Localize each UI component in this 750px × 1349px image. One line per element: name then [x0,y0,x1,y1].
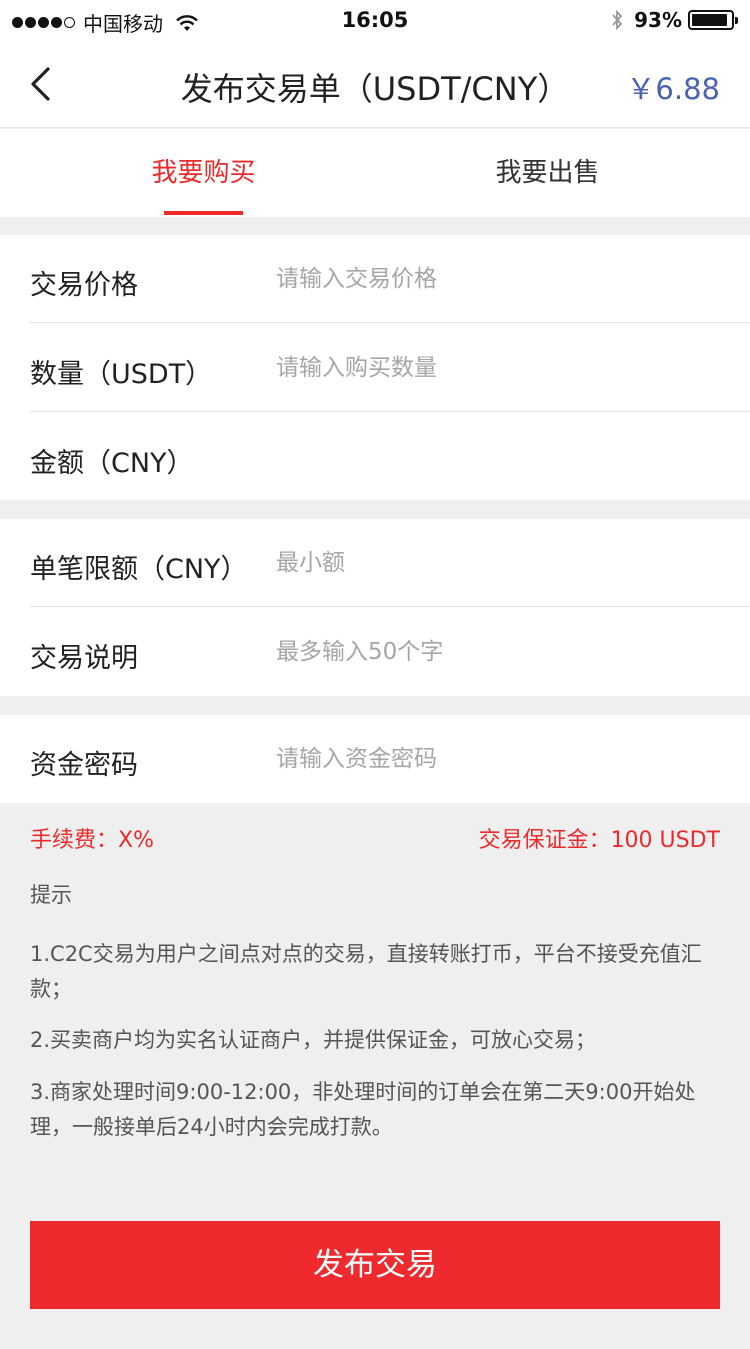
form-row-limit: 单笔限额（CNY） [30,519,750,607]
form-row-amount: 金额（CNY） [30,413,750,501]
tip-item-1: 1.C2C交易为用户之间点对点的交易，直接转账打币，平台不接受充值汇款； [30,942,702,1001]
status-right: 93% [610,8,738,32]
active-tab-indicator [164,211,243,215]
amount-input[interactable] [276,437,706,477]
tip-item-3: 3.商家处理时间9:00-12:00，非处理时间的订单会在第二天9:00开始处理… [30,1080,696,1139]
form-row-quantity: 数量（USDT） [30,324,750,412]
form-group-limits: 单笔限额（CNY） 交易说明 [0,519,750,696]
form-group-trade: 交易价格 数量（USDT） 金额（CNY） [0,235,750,500]
tab-sell[interactable]: 我要出售 [360,129,735,217]
price-input[interactable] [276,259,706,299]
current-price: ￥6.88 [626,72,720,106]
quantity-input[interactable] [276,348,706,388]
tip-item-2: 2.买卖商户均为实名认证商户，并提供保证金，可放心交易； [30,1028,597,1052]
fee-rate: 手续费：X% [30,828,154,853]
trade-type-tabs: 我要购买 我要出售 [0,129,750,217]
form-group-password: 资金密码 [0,715,750,803]
description-input[interactable] [276,632,706,672]
battery-icon [688,10,738,30]
battery-level [692,14,728,26]
deposit-amount: 交易保证金：100 USDT [478,828,720,853]
quantity-label: 数量（USDT） [30,359,213,390]
tab-buy[interactable]: 我要购买 [16,129,391,217]
price-label: 交易价格 [30,270,138,301]
limit-label: 单笔限额（CNY） [30,554,248,585]
bluetooth-icon [612,9,623,31]
battery-percent: 93% [634,8,682,32]
nav-bar: 发布交易单（USDT/CNY） ￥6.88 [0,40,750,128]
tips-title: 提示 [30,883,72,907]
fund-password-input[interactable] [276,739,706,779]
form-row-fund-password: 资金密码 [30,715,750,803]
amount-label: 金额（CNY） [30,448,194,479]
limit-input[interactable] [276,543,706,583]
status-bar: 中国移动 16:05 93% [0,0,750,40]
fund-password-label: 资金密码 [30,750,138,781]
description-label: 交易说明 [30,643,138,674]
publish-trade-button[interactable]: 发布交易 [30,1221,720,1309]
form-row-description: 交易说明 [30,608,750,696]
form-row-price: 交易价格 [30,235,750,323]
